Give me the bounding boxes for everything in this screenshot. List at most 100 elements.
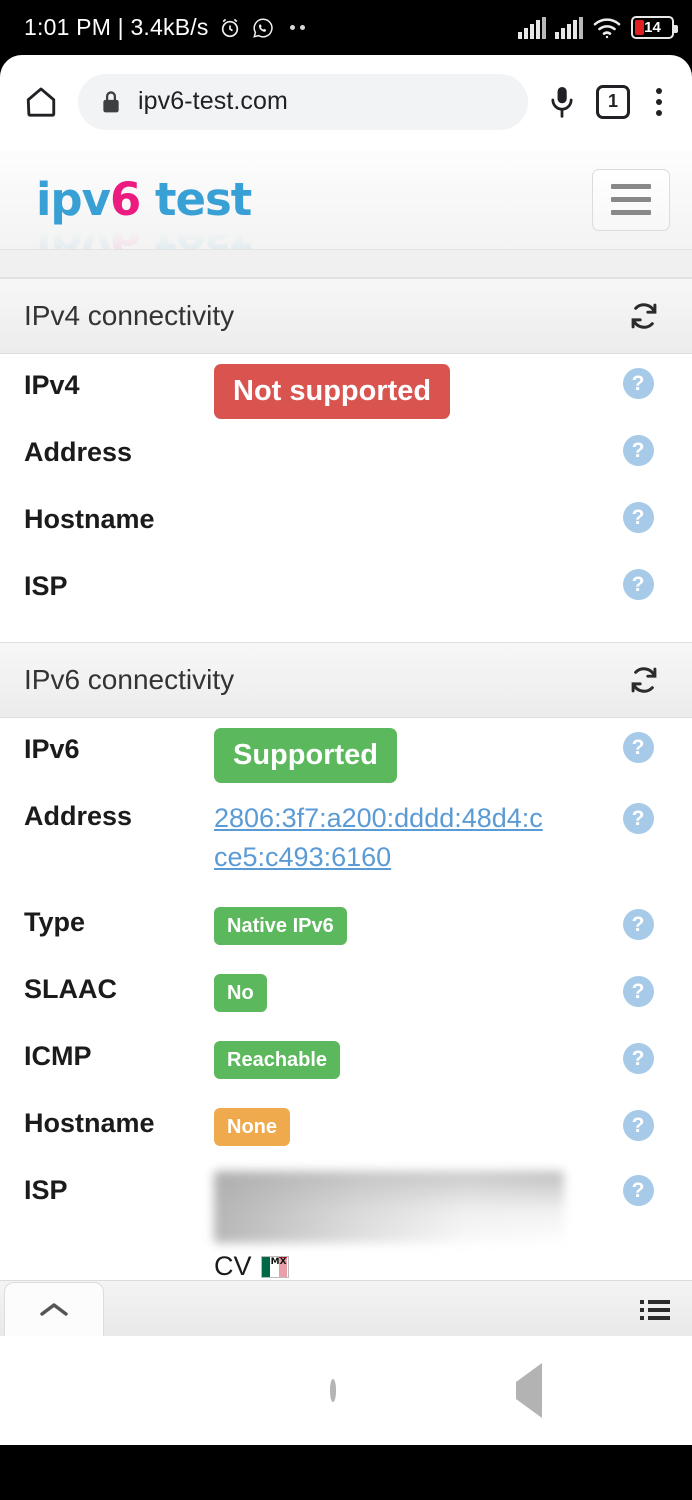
voice-search-button[interactable] bbox=[542, 85, 582, 119]
bottom-toolbar bbox=[0, 1280, 692, 1336]
table-row: ISP CV MX ? bbox=[24, 1159, 668, 1282]
table-row: IPv4 Not supported ? bbox=[24, 354, 668, 421]
phone-screen: 1:01 PM | 3.4kB/s 14 ipv6-test.com 1 ipv… bbox=[0, 0, 692, 1500]
help-icon: ? bbox=[622, 1110, 654, 1141]
table-row: Address ? bbox=[24, 421, 668, 488]
help-button[interactable]: ? bbox=[608, 958, 668, 1007]
row-label: ISP bbox=[24, 1175, 68, 1205]
help-icon: ? bbox=[622, 1043, 654, 1074]
row-label: Address bbox=[24, 437, 133, 467]
signal-bars-icon bbox=[555, 16, 583, 39]
row-value: No bbox=[214, 958, 608, 1012]
help-icon: ? bbox=[622, 803, 654, 834]
row-label: SLAAC bbox=[24, 974, 117, 1004]
site-header: ipv6 test ipv6 test bbox=[0, 150, 692, 250]
help-button[interactable]: ? bbox=[608, 1159, 668, 1206]
help-button[interactable]: ? bbox=[608, 354, 668, 399]
help-button[interactable]: ? bbox=[608, 1025, 668, 1074]
tab-switcher-button[interactable]: 1 bbox=[596, 84, 630, 119]
overflow-menu-button[interactable] bbox=[644, 87, 674, 116]
row-label: Hostname bbox=[24, 504, 155, 534]
refresh-button-ipv6[interactable] bbox=[626, 662, 662, 698]
row-value: None bbox=[214, 1092, 608, 1146]
row-label: Hostname bbox=[24, 1108, 155, 1138]
android-nav-bar bbox=[0, 1336, 692, 1445]
row-value bbox=[214, 488, 608, 528]
battery-indicator: 14 bbox=[631, 16, 678, 39]
row-value bbox=[214, 421, 608, 461]
signal-bars-icon bbox=[518, 16, 546, 39]
status-bar: 1:01 PM | 3.4kB/s 14 bbox=[0, 0, 692, 55]
status-badge: Not supported bbox=[214, 364, 451, 419]
status-badge: Native IPv6 bbox=[214, 907, 347, 945]
home-button[interactable] bbox=[18, 84, 64, 120]
address-bar[interactable]: ipv6-test.com bbox=[78, 73, 528, 130]
site-menu-button[interactable] bbox=[592, 168, 670, 231]
section-header-ipv6: IPv6 connectivity bbox=[0, 642, 692, 718]
site-logo-text: ipv6 test bbox=[36, 173, 252, 226]
country-code-label: CV bbox=[214, 1251, 252, 1281]
lock-icon bbox=[100, 90, 122, 114]
mexico-flag-icon: MX bbox=[260, 1255, 289, 1278]
status-bar-left: 1:01 PM | 3.4kB/s bbox=[24, 14, 305, 41]
row-value: 2806:3f7:a200:dddd:48d4:cce5:c493:6160 bbox=[214, 785, 608, 877]
refresh-button-ipv4[interactable] bbox=[626, 298, 662, 334]
status-bar-right: 14 bbox=[518, 16, 678, 39]
row-label: IPv6 bbox=[24, 734, 80, 764]
help-icon: ? bbox=[622, 502, 654, 533]
help-icon: ? bbox=[622, 732, 654, 763]
list-view-button[interactable] bbox=[640, 1298, 670, 1322]
list-view-icon bbox=[640, 1298, 670, 1322]
table-row: ISP ? bbox=[24, 555, 668, 622]
refresh-icon bbox=[627, 299, 661, 333]
row-label: Type bbox=[24, 907, 86, 937]
table-row: SLAAC No ? bbox=[24, 958, 668, 1025]
help-button[interactable]: ? bbox=[608, 555, 668, 600]
overflow-menu-icon bbox=[656, 87, 662, 94]
help-button[interactable]: ? bbox=[608, 718, 668, 763]
help-button[interactable]: ? bbox=[608, 1092, 668, 1141]
status-badge: Reachable bbox=[214, 1041, 341, 1079]
help-icon: ? bbox=[622, 1175, 654, 1206]
wifi-icon bbox=[592, 16, 622, 39]
help-button[interactable]: ? bbox=[608, 488, 668, 533]
battery-level-label: 14 bbox=[644, 18, 661, 36]
row-value: Not supported bbox=[214, 354, 608, 419]
help-icon: ? bbox=[622, 368, 654, 399]
table-row: Hostname ? bbox=[24, 488, 668, 555]
ipv6-address-link[interactable]: 2806:3f7:a200:dddd:48d4:cce5:c493:6160 bbox=[214, 799, 554, 877]
microphone-icon bbox=[547, 85, 577, 119]
isp-country: CV MX bbox=[214, 1251, 608, 1282]
status-badge: No bbox=[214, 974, 267, 1012]
browser-toolbar: ipv6-test.com 1 bbox=[0, 55, 692, 150]
section-title: IPv4 connectivity bbox=[24, 300, 235, 331]
back-button[interactable] bbox=[516, 1362, 542, 1418]
web-page: ipv6 test ipv6 test IPv4 connectivity IP… bbox=[0, 150, 692, 1336]
row-value: CV MX bbox=[214, 1159, 608, 1282]
table-row: Hostname None ? bbox=[24, 1092, 668, 1159]
status-badge: Supported bbox=[214, 728, 397, 783]
help-button[interactable]: ? bbox=[608, 421, 668, 466]
row-value: Reachable bbox=[214, 1025, 608, 1079]
help-button[interactable]: ? bbox=[608, 891, 668, 940]
help-button[interactable]: ? bbox=[608, 785, 668, 834]
chevron-up-icon bbox=[37, 1298, 71, 1322]
row-label: Address bbox=[24, 801, 133, 831]
collapse-panel-button[interactable] bbox=[4, 1282, 104, 1336]
site-logo[interactable]: ipv6 test ipv6 test bbox=[36, 173, 252, 249]
content-gap bbox=[0, 250, 692, 278]
hamburger-menu-icon bbox=[611, 184, 651, 189]
help-icon: ? bbox=[622, 976, 654, 1007]
table-row: Address 2806:3f7:a200:dddd:48d4:cce5:c49… bbox=[24, 785, 668, 891]
help-icon: ? bbox=[622, 909, 654, 940]
whatsapp-icon bbox=[251, 16, 275, 40]
alarm-clock-icon bbox=[218, 16, 242, 40]
row-label: ISP bbox=[24, 571, 68, 601]
section-title: IPv6 connectivity bbox=[24, 664, 235, 695]
help-icon: ? bbox=[622, 569, 654, 600]
circle-home-icon bbox=[330, 1378, 336, 1402]
refresh-icon bbox=[627, 663, 661, 697]
flag-code-label: MX bbox=[269, 1257, 288, 1277]
table-row: IPv6 Supported ? bbox=[24, 718, 668, 785]
home-button-nav[interactable] bbox=[330, 1378, 336, 1402]
